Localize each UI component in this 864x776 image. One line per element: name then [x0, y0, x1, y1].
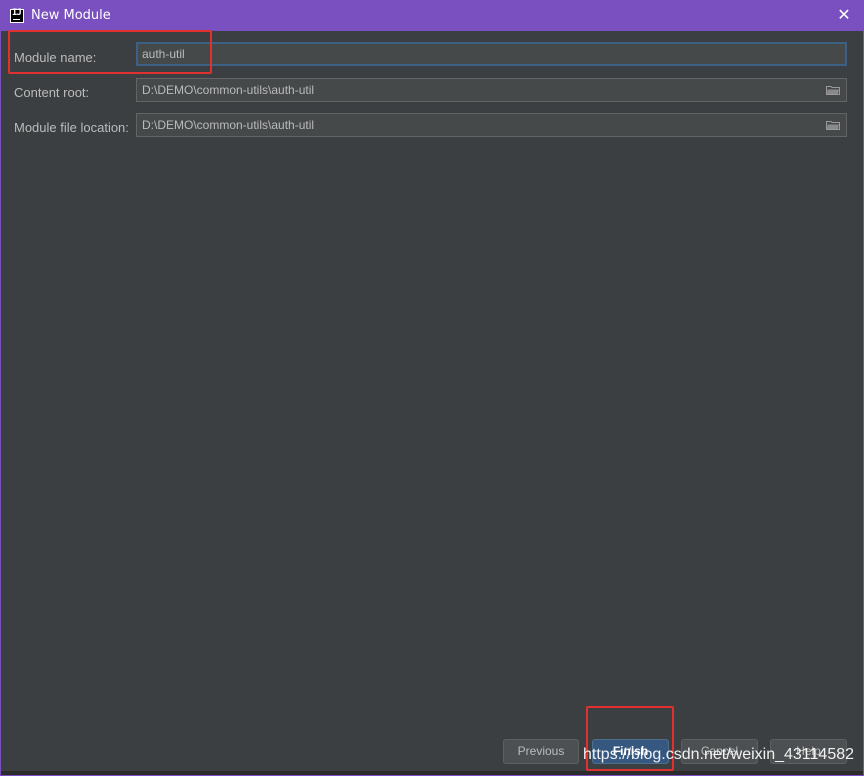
- annotation-box-module-name: [8, 30, 212, 74]
- module-file-location-label: Module file location:: [14, 120, 129, 135]
- folder-icon[interactable]: [826, 120, 840, 130]
- previous-button[interactable]: Previous: [503, 739, 579, 764]
- content-root-field[interactable]: D:\DEMO\common-utils\auth-util: [136, 78, 847, 102]
- content-root-value: D:\DEMO\common-utils\auth-util: [142, 83, 315, 97]
- new-module-dialog: IJ New Module ✕ Module name: auth-util C…: [0, 0, 864, 776]
- module-file-location-field[interactable]: D:\DEMO\common-utils\auth-util: [136, 113, 847, 137]
- watermark: https://blog.csdn.net/weixin_43114582: [583, 746, 855, 763]
- content-root-label: Content root:: [14, 85, 90, 100]
- title-bar[interactable]: IJ New Module ✕: [1, 1, 863, 31]
- close-icon[interactable]: ✕: [835, 6, 853, 24]
- app-icon-letters: IJ: [12, 8, 22, 18]
- window-title: New Module: [31, 8, 111, 23]
- intellij-icon: IJ: [10, 8, 24, 23]
- module-file-location-value: D:\DEMO\common-utils\auth-util: [142, 118, 315, 132]
- bottom-edge: [1, 771, 863, 775]
- module-name-input[interactable]: auth-util: [136, 42, 847, 66]
- folder-icon[interactable]: [826, 85, 840, 95]
